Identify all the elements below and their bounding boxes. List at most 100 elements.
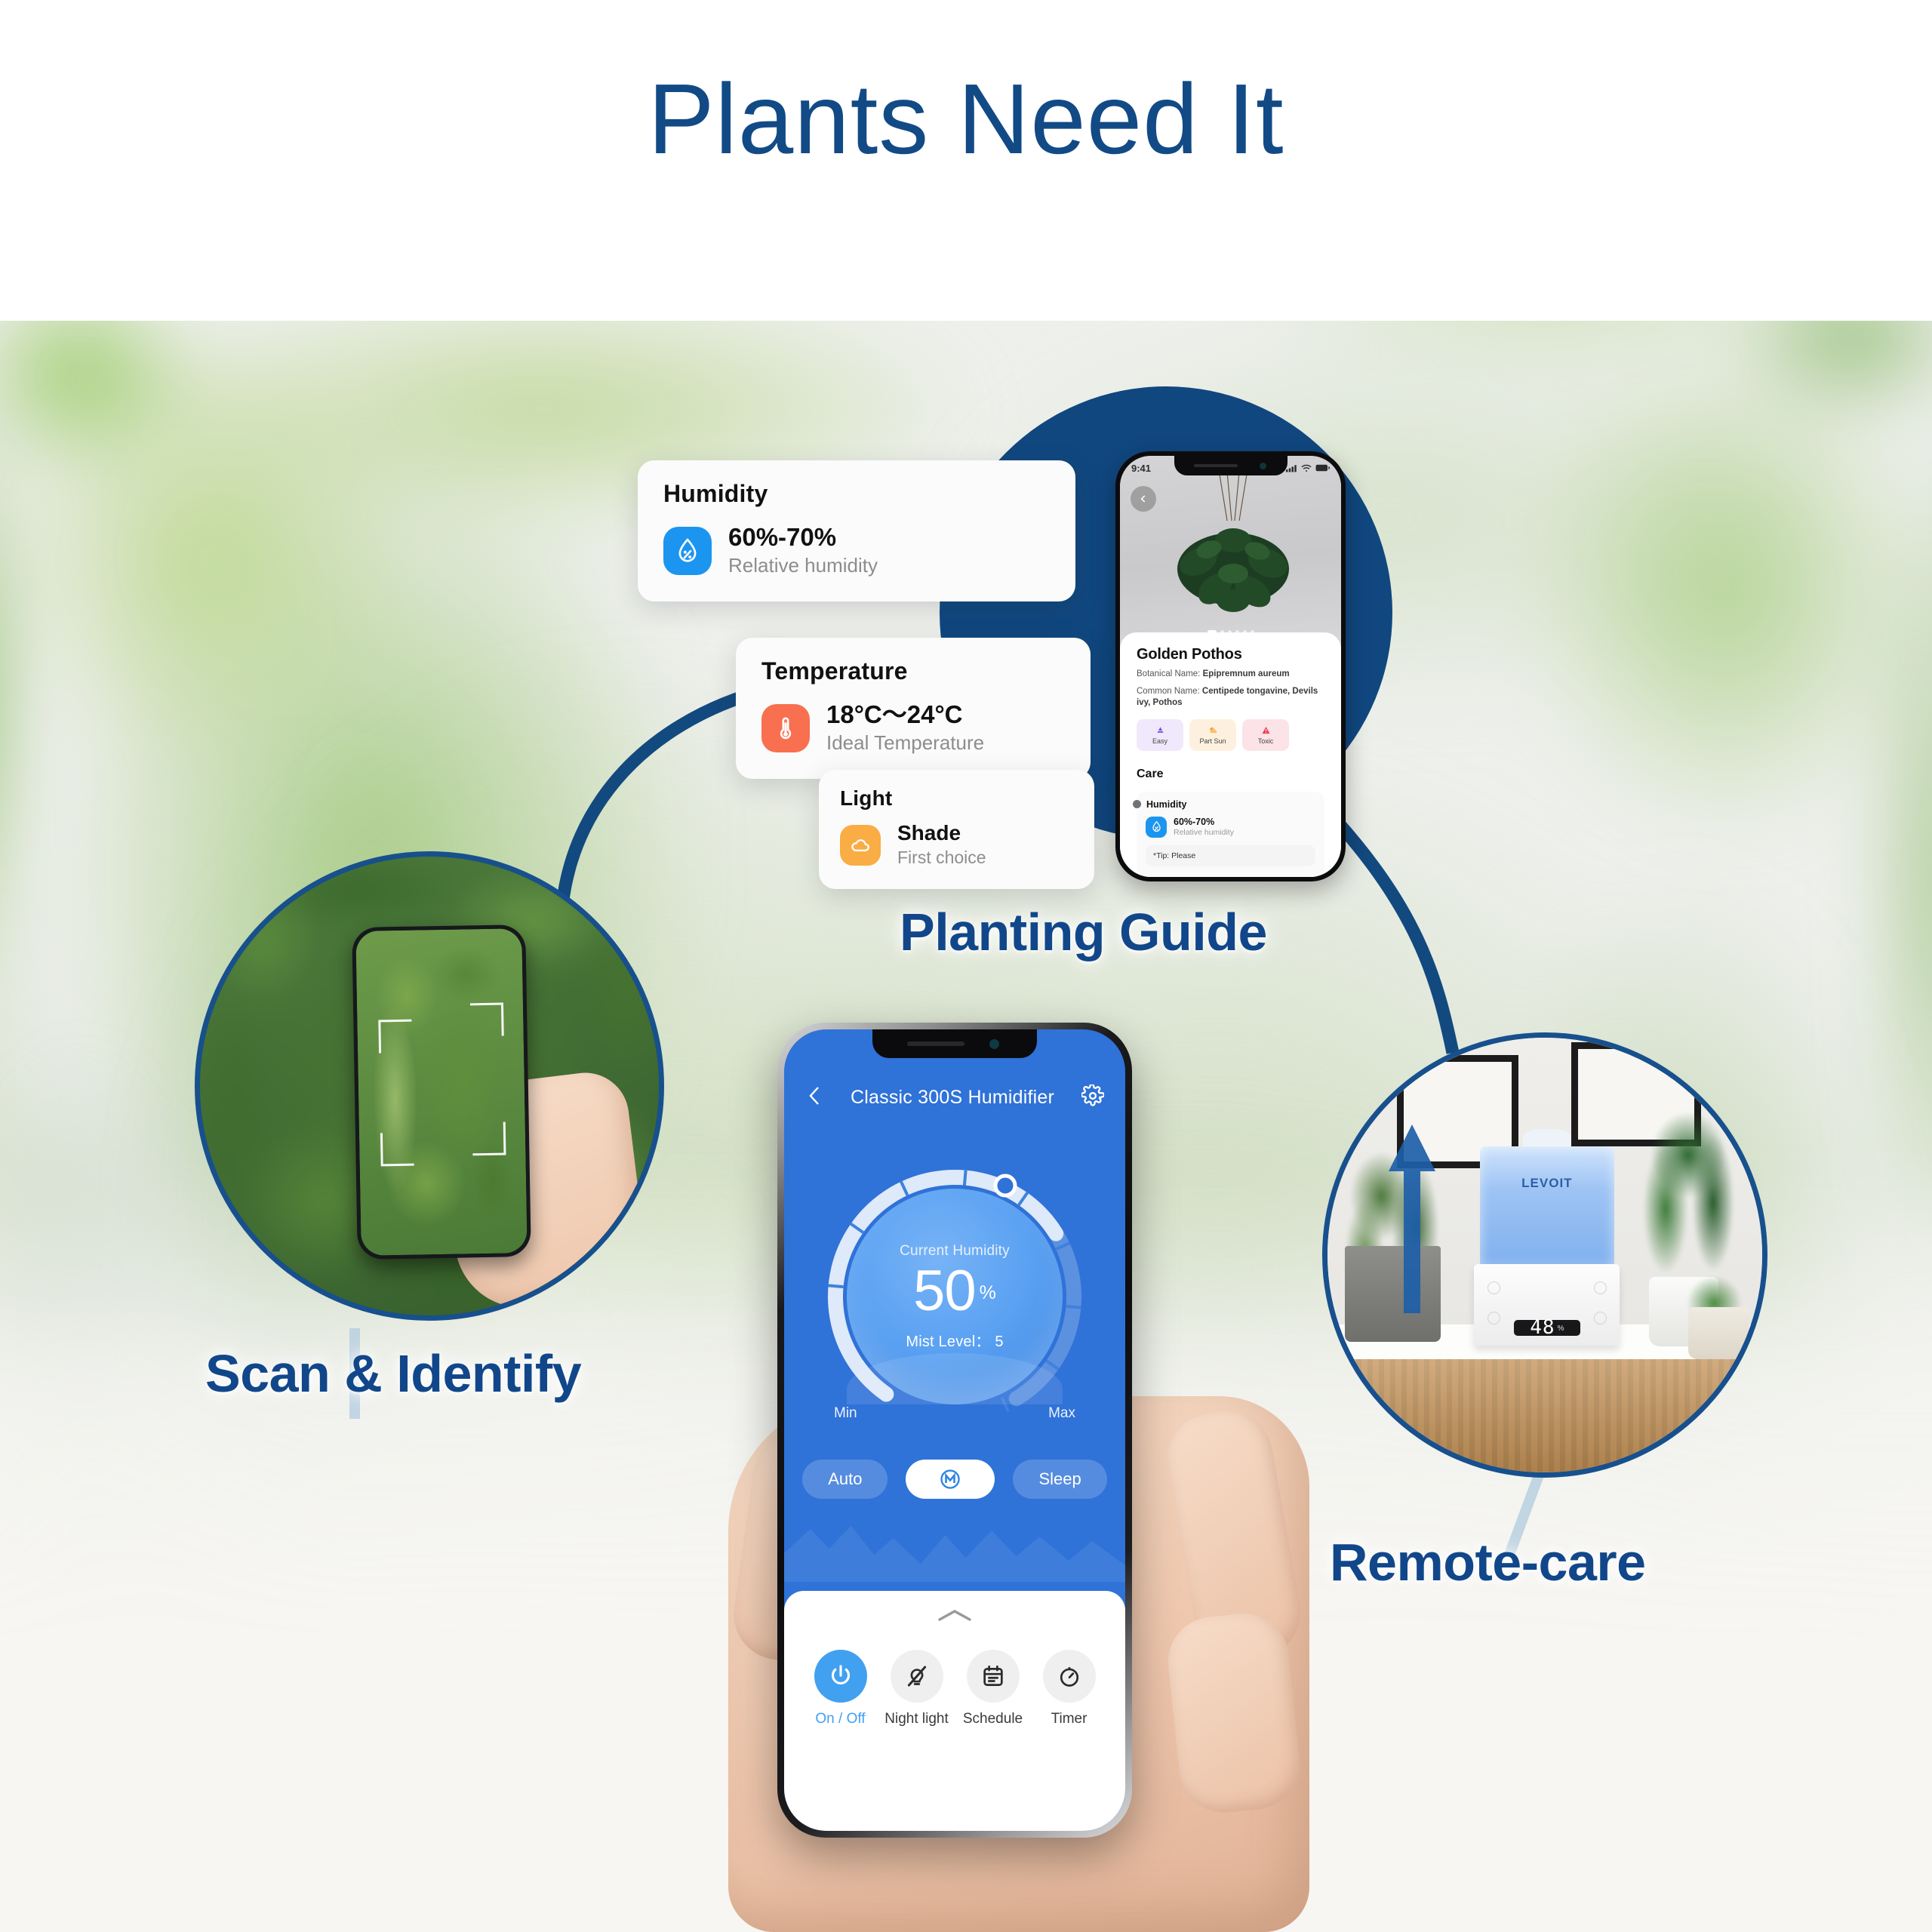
humidifier-button-power[interactable] [1593,1311,1607,1324]
action-timer-label: Timer [1051,1711,1088,1727]
label-scan-identify: Scan & Identify [205,1344,582,1403]
scan-bracket-top-right [469,1002,504,1037]
power-icon [814,1650,867,1703]
humidity-value-row: 50 % [913,1258,996,1323]
calendar-icon [966,1650,1020,1703]
humidifier-app-phone: Classic 300S Humidifier Current Humidity… [777,1023,1132,1838]
mode-sleep-button[interactable]: Sleep [1013,1460,1107,1499]
dial-face: Current Humidity 50 % Mist Level： 5 [847,1189,1063,1404]
decorative-mountain-scenery [784,1526,1125,1582]
mist-level-label: Mist Level： [906,1333,991,1350]
wifi-icon [1301,464,1312,472]
back-button[interactable] [1131,486,1156,512]
humidifier-app-screen: Classic 300S Humidifier Current Humidity… [784,1029,1125,1831]
night-light-off-icon [890,1650,943,1703]
dial-knob[interactable] [993,1174,1017,1198]
earpiece-speaker [907,1041,964,1046]
dial-range-labels: Min Max [784,1405,1125,1422]
plant-detail-screen: 9:41 Golden Pothos Botanical Name: Epipr… [1120,456,1341,877]
up-arrow-icon [1388,1124,1435,1314]
card-temperature-value: 18°C～24°C [826,700,963,728]
action-schedule-label: Schedule [962,1711,1023,1727]
front-camera [989,1039,999,1049]
card-light: Light Shade First choice [819,770,1094,890]
dial-min-label: Min [834,1405,857,1421]
mode-auto-button[interactable]: Auto [802,1460,888,1499]
plant-tag-list: Easy Part Sun Toxic [1137,718,1324,751]
mode-selector: Auto Sleep [784,1460,1125,1499]
current-humidity-label: Current Humidity [900,1242,1010,1259]
battery-icon [1315,464,1330,472]
plant-detail-sheet: Golden Pothos Botanical Name: Epipremnum… [1120,632,1341,877]
card-temperature-title: Temperature [761,657,908,685]
levoit-logo: LEVOIT [1521,1175,1573,1190]
humidifier-water-tank: LEVOIT [1479,1146,1615,1268]
action-night-light-label: Night light [884,1711,949,1727]
care-humidity-value: 60%-70% [1174,817,1215,828]
humidity-dial[interactable]: Current Humidity 50 % Mist Level： 5 [822,1164,1088,1429]
plant-tag-toxic-label: Toxic [1257,737,1274,745]
action-timer[interactable]: Timer [1036,1650,1103,1727]
humidifier-base: 48 % [1474,1263,1620,1346]
care-tip: *Tip: Please [1146,844,1315,866]
status-bar: 9:41 [1120,459,1341,477]
card-temperature: Temperature 18°C～24°C Ideal Temperature [736,638,1091,779]
humidity-value: 50 [913,1258,977,1323]
toxic-warning-icon [1262,726,1269,734]
care-humidity-label-row: Humidity [1133,798,1315,810]
scan-bracket-bottom-right [472,1121,506,1156]
humidity-drop-percent-icon [663,526,712,575]
mist-level-value: 5 [995,1333,1004,1350]
quick-actions: On / Off Night light Schedule Timer [784,1650,1125,1727]
scanning-camera-view [355,928,528,1256]
page-header: Plants Need It [0,0,1932,321]
care-humidity-block: Humidity 60%-70% Relative humidity *Tip:… [1133,791,1324,877]
plant-tag-easy-label: Easy [1152,737,1168,745]
plant-tag-easy[interactable]: Easy [1137,718,1183,751]
back-button[interactable] [805,1083,823,1112]
phone-notch [872,1029,1037,1058]
app-title: Classic 300S Humidifier [851,1086,1054,1108]
humidifier-display-value: 48 [1530,1316,1555,1340]
card-temperature-subtitle: Ideal Temperature [826,731,985,754]
app-bar: Classic 300S Humidifier [784,1076,1125,1118]
plant-tag-part-sun-label: Part Sun [1199,737,1226,745]
common-name-key: Common Name: [1137,686,1200,696]
card-humidity-subtitle: Relative humidity [728,553,878,577]
difficulty-icon [1156,726,1164,733]
plant-hero-image [1120,456,1341,645]
expand-sheet-button[interactable] [935,1607,974,1628]
wood-cabinet [1327,1359,1762,1472]
card-temperature-row: 18°C～24°C Ideal Temperature [761,700,1065,756]
thermometer-icon [761,703,810,752]
humidifier-button-mode[interactable] [1487,1311,1500,1324]
botanical-name-value: Epipremnum aureum [1202,669,1290,678]
plant-tag-toxic[interactable]: Toxic [1242,718,1289,751]
settings-button[interactable] [1080,1083,1106,1111]
action-schedule[interactable]: Schedule [960,1650,1026,1727]
common-name-line: Common Name: Centipede tongavine, Devils… [1137,686,1324,709]
care-humidity-label: Humidity [1146,798,1187,810]
part-sun-icon [1209,727,1217,733]
scan-identify-circle [195,851,664,1321]
mode-manual-button[interactable] [906,1460,995,1499]
card-light-value: Shade [897,821,961,844]
humidifier-button-mist[interactable] [1487,1281,1500,1295]
chevron-left-icon [1140,495,1146,503]
humidifier-button-timer[interactable] [1593,1281,1607,1295]
label-remote-care: Remote-care [1330,1533,1646,1592]
chevron-left-icon [809,1086,819,1105]
action-on-off[interactable]: On / Off [808,1650,874,1727]
chevron-up-icon [938,1610,971,1621]
care-humidity-subtitle: Relative humidity [1174,828,1234,838]
mode-auto-label: Auto [828,1469,863,1488]
cellular-signal-icon [1286,464,1297,472]
hero-carousel-dots[interactable] [1207,630,1254,634]
humidity-unit: % [979,1281,996,1303]
card-humidity: Humidity 60%-70% Relative humidity [638,460,1075,601]
status-bar-indicators [1286,464,1330,472]
action-night-light[interactable]: Night light [884,1650,950,1727]
plant-tag-part-sun[interactable]: Part Sun [1189,718,1236,751]
mode-sleep-label: Sleep [1038,1469,1081,1488]
cloud-icon [840,825,881,866]
